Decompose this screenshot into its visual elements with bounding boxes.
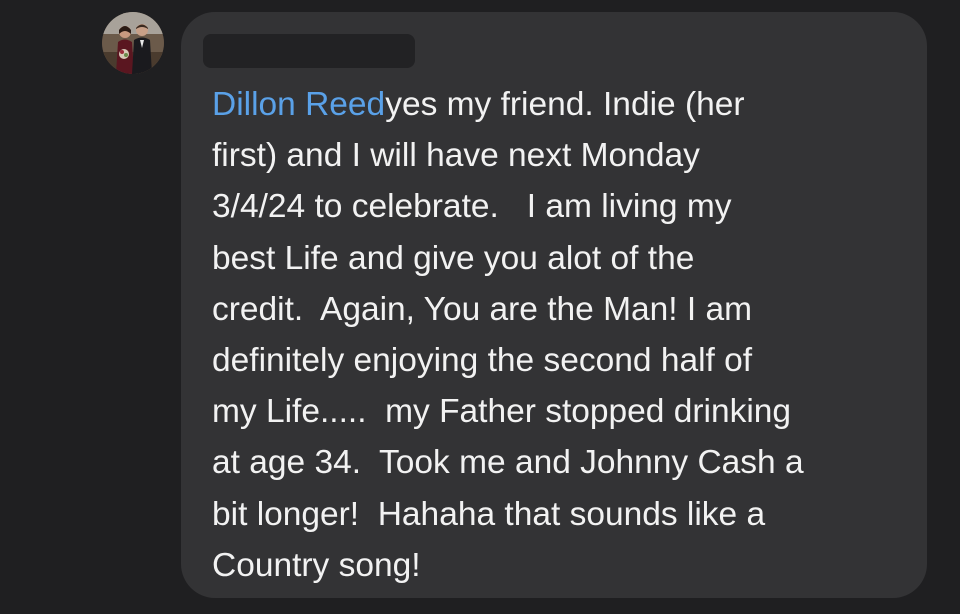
comment-line: credit. Again, You are the Man! I am — [212, 290, 753, 328]
comment-body: Dillon Reedyes my friend. Indie (her fir… — [212, 79, 912, 591]
comment-line: Country song! — [212, 546, 421, 584]
comment-line: best Life and give you alot of the — [212, 239, 695, 277]
comment-thread: Dillon Reedyes my friend. Indie (her fir… — [0, 0, 960, 614]
avatar[interactable] — [102, 12, 164, 74]
avatar-photo-icon — [102, 12, 164, 74]
comment-line: 3/4/24 to celebrate. I am living my — [212, 188, 732, 226]
mention-link[interactable]: Dillon Reed — [212, 86, 385, 123]
comment-bubble: Dillon Reedyes my friend. Indie (her fir… — [181, 12, 927, 598]
comment-line: first) and I will have next Monday — [212, 137, 700, 175]
comment-line: definitely enjoying the second half of — [212, 342, 753, 380]
comment-line: yes my friend. Indie (her — [385, 86, 745, 123]
redacted-author-name — [203, 34, 415, 68]
comment-line: at age 34. Took me and Johnny Cash a — [212, 444, 804, 482]
comment-line: bit longer! Hahaha that sounds like a — [212, 495, 766, 533]
comment-line: my Life..... my Father stopped drinking — [212, 393, 792, 431]
